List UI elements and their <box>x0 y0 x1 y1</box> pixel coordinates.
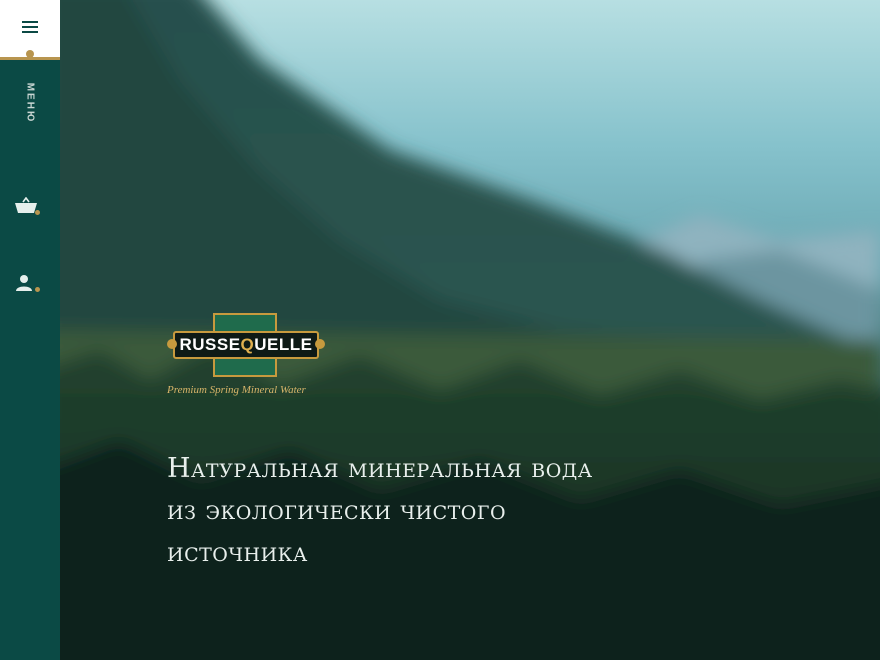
hero-heading-line-2: из экологически чистого <box>167 495 507 526</box>
logo-brand-last: UELLE <box>254 335 313 354</box>
logo-brand-first: RUSSE <box>179 335 241 354</box>
hero-heading-line-3: источника <box>167 537 308 568</box>
brand-logo[interactable]: RUSSEQUELLE Premium Spring Mineral Water <box>167 313 327 403</box>
logo-brand-q: Q <box>240 335 255 354</box>
logo-wordmark: RUSSEQUELLE <box>173 331 319 359</box>
hero-heading: Натуральная минеральная вода из экологич… <box>167 448 767 574</box>
menu-toggle-button[interactable] <box>0 0 60 60</box>
cart-button[interactable] <box>14 197 46 221</box>
cart-indicator-dot <box>35 210 40 215</box>
logo-tagline: Premium Spring Mineral Water <box>167 384 306 396</box>
account-indicator-dot <box>35 287 40 292</box>
menu-label[interactable]: Меню <box>25 83 36 124</box>
hero-heading-line-1: Натуральная минеральная вода <box>167 453 593 484</box>
sidebar: Меню <box>0 0 60 660</box>
hero-section: RUSSEQUELLE Premium Spring Mineral Water… <box>60 0 880 660</box>
menu-indicator-dot <box>26 50 34 58</box>
menu-icon <box>22 21 38 33</box>
account-button[interactable] <box>14 274 46 298</box>
